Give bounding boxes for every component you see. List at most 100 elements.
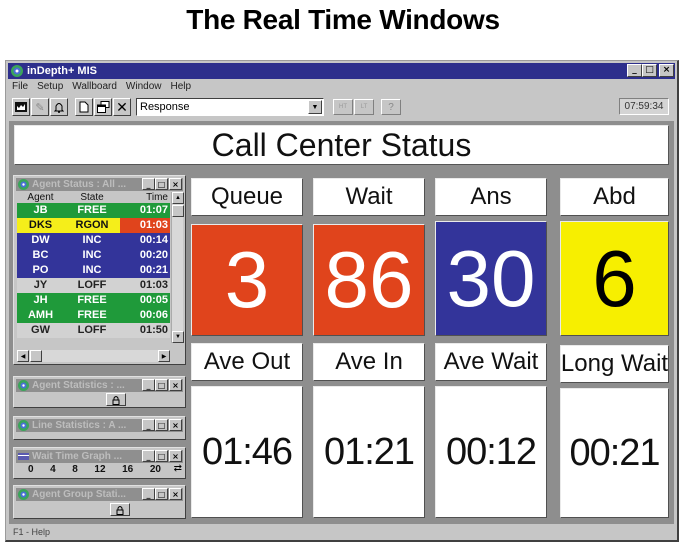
lock-icon — [116, 505, 124, 515]
app-title: inDepth+ MIS — [27, 65, 97, 77]
lt-button[interactable]: LT — [354, 99, 374, 115]
minimize-button[interactable]: _ — [142, 488, 155, 500]
agent-table-header: Agent State Time — [17, 192, 170, 203]
metric-value-queue: 3 — [191, 224, 303, 336]
time-label-ave-in: Ave In — [313, 343, 425, 381]
dropdown-arrow-icon[interactable]: ▼ — [308, 100, 322, 114]
horizontal-scrollbar[interactable]: ◀ ▶ — [17, 350, 170, 362]
cascade-windows-icon — [96, 101, 109, 113]
line-statistics-title: Line Statistics : A ... — [32, 420, 127, 431]
scale-tick: 12 — [94, 464, 106, 475]
agent-name: GW — [31, 324, 50, 336]
agent-time: 00:20 — [120, 248, 170, 263]
ht-button[interactable]: HT — [333, 99, 353, 115]
agent-name: JB — [33, 204, 48, 216]
agent-row[interactable]: BC INC 00:20 — [17, 248, 170, 263]
close-button[interactable]: × — [659, 64, 674, 77]
agent-row[interactable]: DKS RGON 01:03 — [17, 218, 170, 233]
lock-button[interactable] — [110, 503, 130, 516]
close-button[interactable]: × — [169, 450, 182, 462]
scale-tick: 0 — [28, 464, 34, 475]
status-bar: F1 - Help — [13, 527, 51, 537]
wrench-icon: ✎ — [35, 101, 45, 114]
minimize-button[interactable]: _ — [627, 64, 642, 77]
agent-state: INC — [82, 264, 102, 276]
maximize-button[interactable]: □ — [155, 178, 168, 190]
alarm-button[interactable] — [50, 98, 68, 116]
vertical-scrollbar[interactable]: ▲ ▼ — [171, 192, 184, 343]
agent-name: AMH — [27, 309, 54, 321]
lock-icon — [112, 395, 120, 405]
menu-setup[interactable]: Setup — [37, 81, 63, 95]
maximize-button[interactable]: □ — [642, 64, 657, 77]
column-agent[interactable]: Agent — [17, 192, 64, 203]
agent-state: FREE — [77, 294, 107, 306]
scroll-down-icon[interactable]: ▼ — [172, 331, 184, 343]
scroll-right-icon[interactable]: ▶ — [158, 350, 170, 362]
scale-tick: 16 — [122, 464, 134, 475]
agent-time: 01:03 — [120, 218, 170, 233]
new-button[interactable] — [75, 98, 93, 116]
agent-status-titlebar[interactable]: Agent Status : All ... _ □ × — [16, 178, 183, 191]
metric-label-queue: Queue — [191, 178, 303, 216]
workspace: Call Center Status Agent Status : All ..… — [9, 121, 674, 524]
minimize-button[interactable]: _ — [142, 379, 155, 391]
agent-group-statistics-window: Agent Group Stati... _ □ × — [13, 485, 186, 519]
agent-row[interactable]: GW LOFF 01:50 — [17, 323, 170, 338]
line-statistics-window: Line Statistics : A ... _ □ × — [13, 416, 186, 440]
close-button[interactable]: × — [169, 488, 182, 500]
wait-time-graph-window: Wait Time Graph ... _ □ × 0 4 8 12 16 20… — [13, 447, 186, 479]
minimize-button[interactable]: _ — [142, 419, 155, 431]
agent-row[interactable]: JB FREE 01:07 — [17, 203, 170, 218]
menu-wallboard[interactable]: Wallboard — [72, 81, 117, 95]
setup-button[interactable]: ✎ — [31, 98, 49, 116]
menu-window[interactable]: Window — [126, 81, 162, 95]
scroll-left-icon[interactable]: ◀ — [17, 350, 29, 362]
close-window-button[interactable]: ✕ — [113, 98, 131, 116]
help-button[interactable]: ? — [381, 99, 401, 115]
minimize-button[interactable]: _ — [142, 178, 155, 190]
wait-time-graph-titlebar[interactable]: Wait Time Graph ... _ □ × — [16, 450, 183, 463]
close-button[interactable]: × — [169, 419, 182, 431]
app-logo-icon — [18, 420, 29, 431]
agent-row[interactable]: DW INC 00:14 — [17, 233, 170, 248]
menu-file[interactable]: File — [12, 81, 28, 95]
cascade-button[interactable] — [94, 98, 112, 116]
metric-label-abd: Abd — [560, 178, 669, 216]
metric-value-ans: 30 — [435, 221, 547, 336]
line-statistics-titlebar[interactable]: Line Statistics : A ... _ □ × — [16, 419, 183, 432]
lock-button[interactable] — [106, 393, 126, 406]
agent-time: 01:03 — [120, 278, 170, 293]
column-time[interactable]: Time — [120, 192, 170, 203]
time-value-ave-in: 01:21 — [313, 386, 425, 518]
close-button[interactable]: × — [169, 178, 182, 190]
agent-name: PO — [32, 264, 49, 276]
maximize-button[interactable]: □ — [155, 488, 168, 500]
close-button[interactable]: × — [169, 379, 182, 391]
app-logo-icon — [18, 489, 29, 500]
agent-statistics-titlebar[interactable]: Agent Statistics : ... _ □ × — [16, 379, 183, 392]
agent-state: LOFF — [77, 279, 107, 291]
metric-label-wait: Wait — [313, 178, 425, 216]
maximize-button[interactable]: □ — [155, 379, 168, 391]
scroll-thumb[interactable] — [30, 350, 42, 362]
view-select-value: Response — [140, 101, 190, 113]
minimize-button[interactable]: _ — [142, 450, 155, 462]
view-select[interactable]: Response ▼ — [136, 98, 324, 116]
swap-arrows-icon[interactable]: ⇄ — [174, 463, 182, 474]
scroll-up-icon[interactable]: ▲ — [172, 192, 184, 204]
scale-tick: 4 — [50, 464, 56, 475]
agent-row[interactable]: JY LOFF 01:03 — [17, 278, 170, 293]
wallboard-button[interactable] — [12, 98, 30, 116]
agent-row[interactable]: AMH FREE 00:06 — [17, 308, 170, 323]
maximize-button[interactable]: □ — [155, 419, 168, 431]
menu-help[interactable]: Help — [171, 81, 192, 95]
agent-state: FREE — [77, 309, 107, 321]
agent-row[interactable]: JH FREE 00:05 — [17, 293, 170, 308]
agent-group-statistics-titlebar[interactable]: Agent Group Stati... _ □ × — [16, 488, 183, 501]
scroll-thumb[interactable] — [172, 205, 184, 217]
column-state[interactable]: State — [64, 192, 120, 203]
maximize-button[interactable]: □ — [155, 450, 168, 462]
scale-tick: 8 — [72, 464, 78, 475]
agent-row[interactable]: PO INC 00:21 — [17, 263, 170, 278]
